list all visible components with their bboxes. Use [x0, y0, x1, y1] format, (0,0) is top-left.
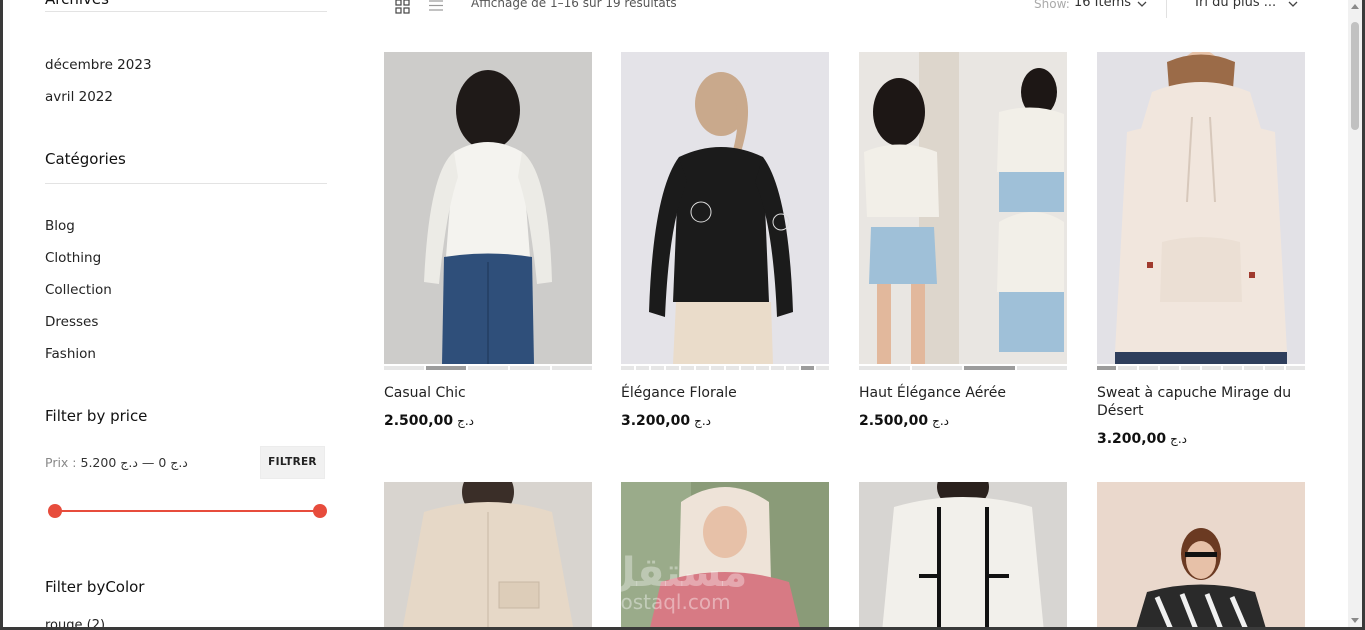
product-price: 3.200,00 د.ج [1097, 431, 1187, 447]
product-name[interactable]: Haut Élégance Aérée [859, 384, 1067, 402]
product-price: 2.500,00 د.ج [384, 413, 474, 429]
product-image[interactable] [384, 482, 592, 627]
price-value: 3.200,00 [621, 413, 691, 429]
image-slider-dots[interactable] [859, 366, 1067, 370]
archive-link[interactable]: avril 2022 [45, 89, 113, 105]
watermark-text: mostaql.com [601, 590, 731, 614]
category-link-dresses[interactable]: Dresses [45, 314, 98, 330]
price-currency: د.ج [932, 414, 949, 428]
price-range-value: د.ج 0 — د.ج 5.200 [80, 455, 188, 470]
product-image[interactable] [384, 52, 592, 364]
chevron-down-icon[interactable] [1288, 0, 1298, 8]
category-link-clothing[interactable]: Clothing [45, 250, 101, 266]
color-filter-heading: Filter byColor [45, 578, 145, 596]
category-link-fashion[interactable]: Fashion [45, 346, 96, 362]
page-scrollbar[interactable] [1348, 0, 1362, 627]
scroll-up-arrow-icon[interactable] [1351, 4, 1359, 9]
price-value: 3.200,00 [1097, 431, 1167, 447]
scrollbar-thumb[interactable] [1351, 22, 1359, 130]
category-link-collection[interactable]: Collection [45, 282, 112, 298]
price-currency: د.ج [457, 414, 474, 428]
price-currency: د.ج [694, 414, 711, 428]
shop-toolbar: Affichage de 1–16 sur 19 résultats Show:… [391, 0, 1351, 18]
price-filter-heading: Filter by price [45, 407, 148, 425]
price-value: 2.500,00 [384, 413, 454, 429]
image-slider-dots[interactable] [1097, 366, 1305, 370]
archives-heading: Archives [45, 0, 327, 12]
price-prefix: Prix : [45, 455, 77, 470]
image-slider-dots[interactable] [621, 366, 829, 370]
list-view-icon[interactable] [429, 0, 443, 12]
product-image[interactable] [859, 52, 1067, 364]
chevron-down-icon[interactable] [1137, 0, 1147, 8]
toolbar-divider [1166, 0, 1167, 18]
product-image[interactable] [859, 482, 1067, 627]
scroll-down-arrow-icon[interactable] [1351, 618, 1359, 623]
price-slider-max-handle[interactable] [313, 504, 327, 518]
price-value: 2.500,00 [859, 413, 929, 429]
product-name[interactable]: Casual Chic [384, 384, 592, 402]
categories-heading: Catégories [45, 150, 327, 184]
show-label: Show: [1034, 0, 1070, 11]
price-slider-min-handle[interactable] [48, 504, 62, 518]
category-link-blog[interactable]: Blog [45, 218, 75, 234]
product-price: 2.500,00 د.ج [859, 413, 949, 429]
product-image[interactable] [621, 52, 829, 364]
page-frame: Archives décembre 2023 avril 2022 Catégo… [3, 0, 1362, 627]
product-image[interactable] [1097, 482, 1305, 627]
image-slider-dots[interactable] [384, 366, 592, 370]
color-filter-item[interactable]: rouge (2) [45, 618, 105, 627]
price-slider-track [53, 510, 319, 512]
filter-price-button[interactable]: FILTRER [260, 446, 325, 479]
product-image[interactable] [1097, 52, 1305, 364]
grid-view-icon[interactable] [395, 0, 410, 14]
product-name[interactable]: Sweat à capuche Mirage du Désert [1097, 384, 1305, 420]
result-count: Affichage de 1–16 sur 19 résultats [471, 0, 677, 10]
archive-link[interactable]: décembre 2023 [45, 57, 152, 73]
price-currency: د.ج [1170, 432, 1187, 446]
price-range-label: Prix : د.ج 0 — د.ج 5.200 [45, 455, 188, 470]
product-name[interactable]: Élégance Florale [621, 384, 829, 402]
product-price: 3.200,00 د.ج [621, 413, 711, 429]
sort-select[interactable]: Tri du plus ... [1193, 0, 1276, 10]
items-per-page-select[interactable]: 16 Items [1074, 0, 1131, 10]
